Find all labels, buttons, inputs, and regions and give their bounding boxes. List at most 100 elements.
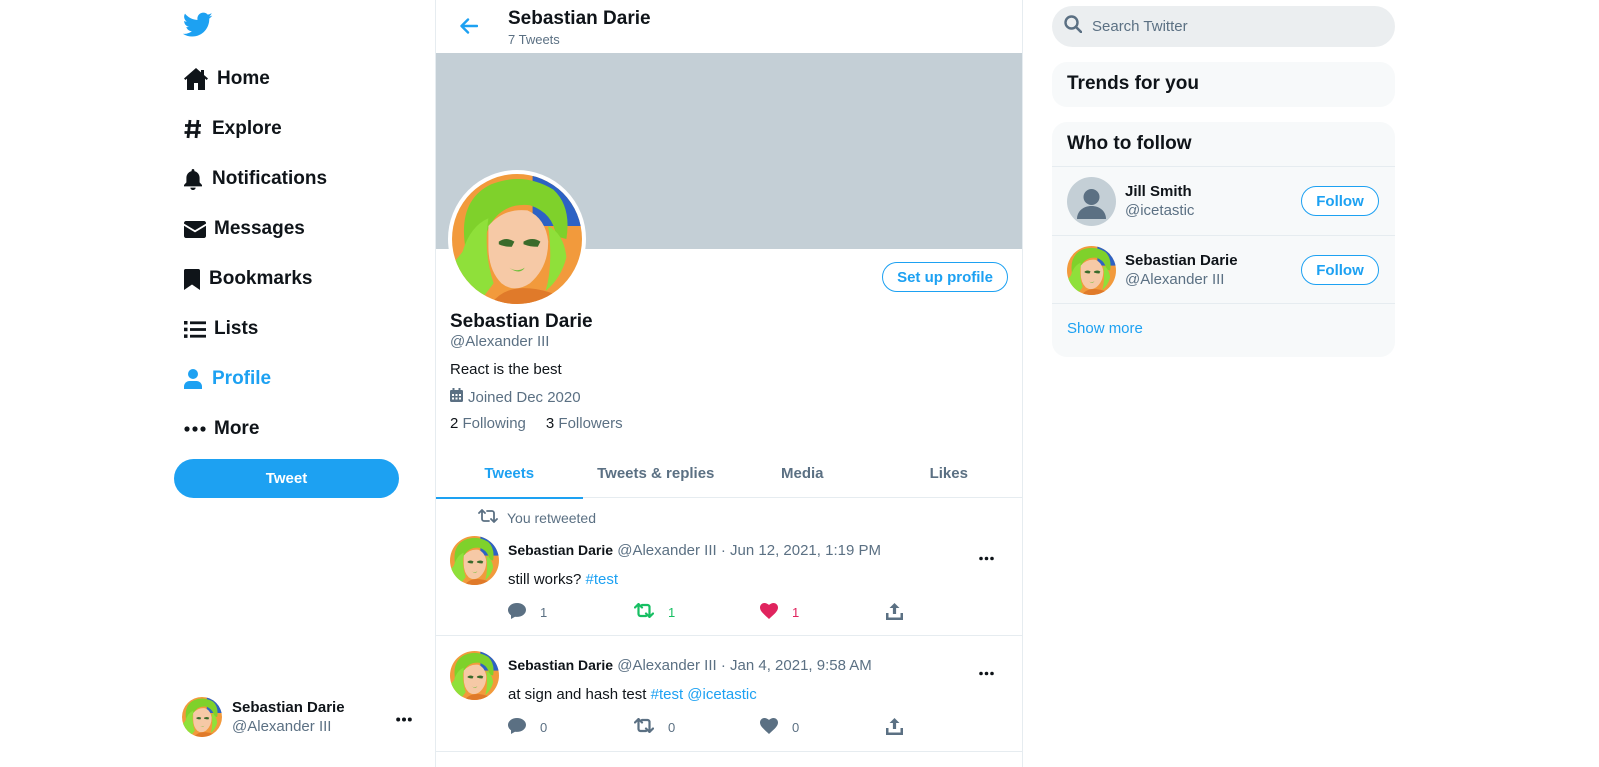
bookmark-icon xyxy=(174,268,214,290)
follow-button[interactable]: Follow xyxy=(1301,186,1379,216)
tweet-more-icon[interactable] xyxy=(979,548,994,566)
like-action[interactable]: 0 xyxy=(760,718,799,737)
show-more-link[interactable]: Show more xyxy=(1067,320,1143,337)
tweet-item[interactable]: Sebastian Darie @Alexander III · Jan 4, … xyxy=(436,636,1022,752)
search-box[interactable] xyxy=(1052,6,1395,47)
following-label: Following xyxy=(462,415,526,432)
nav-label-profile: Profile xyxy=(212,368,272,389)
retweet-small-icon xyxy=(478,509,498,526)
tweet-actions: 0 0 0 xyxy=(508,717,908,738)
account-more-icon[interactable] xyxy=(396,709,412,727)
suggestion-handle: @icetastic xyxy=(1125,202,1195,219)
tweet-actions: 1 1 1 xyxy=(508,602,908,623)
tweet-header: Sebastian Darie @Alexander III · Jan 4, … xyxy=(508,657,872,674)
twitter-bird-icon[interactable] xyxy=(182,12,213,38)
account-switcher[interactable]: Sebastian Darie @Alexander III xyxy=(182,697,422,737)
reply-action[interactable]: 1 xyxy=(508,603,547,622)
tweet-more-icon[interactable] xyxy=(979,663,994,681)
retweet-action[interactable]: 0 xyxy=(633,717,676,736)
retweet-count: 1 xyxy=(668,604,676,620)
like-action[interactable]: 1 xyxy=(760,603,799,622)
retweet-indicator: You retweeted xyxy=(478,509,596,526)
suggestion-name: Jill Smith xyxy=(1125,183,1192,200)
tab-media[interactable]: Media xyxy=(729,449,876,498)
followers-label: Followers xyxy=(558,415,623,432)
follow-suggestion[interactable]: Jill Smith @icetastic Follow xyxy=(1052,166,1395,235)
nav-label-home: Home xyxy=(217,68,270,89)
tweet-date[interactable]: Jun 12, 2021, 1:19 PM xyxy=(730,542,881,559)
left-sidebar: Home Explore Notifications Messages Book… xyxy=(174,0,412,767)
followers-count: 3 xyxy=(545,415,555,432)
nav-item-lists[interactable]: Lists xyxy=(174,309,258,349)
heart-filled-icon xyxy=(760,603,778,622)
hashtag-icon xyxy=(174,119,214,139)
nav-label-lists: Lists xyxy=(214,318,259,339)
reply-icon xyxy=(508,718,526,737)
back-arrow-icon[interactable] xyxy=(460,18,479,39)
envelope-icon xyxy=(174,220,214,238)
profile-bio: React is the best xyxy=(450,361,562,378)
share-icon xyxy=(886,603,903,623)
following-link[interactable]: 2 Following xyxy=(450,415,526,432)
user-icon xyxy=(174,369,214,389)
profile-joined: Joined Dec 2020 xyxy=(450,388,581,406)
nav-item-messages[interactable]: Messages xyxy=(174,209,305,249)
profile-avatar[interactable] xyxy=(448,170,586,308)
tweet-text: still works? #test xyxy=(508,571,618,588)
tweet-links[interactable]: #test @icetastic xyxy=(651,686,757,703)
suggestion-name: Sebastian Darie xyxy=(1125,252,1238,269)
search-input[interactable] xyxy=(1092,18,1372,35)
account-handle: @Alexander III xyxy=(232,718,332,735)
profile-header-bar: Sebastian Darie 7 Tweets xyxy=(436,0,1022,53)
tweet-separator: · xyxy=(720,657,726,674)
tweet-date[interactable]: Jan 4, 2021, 9:58 AM xyxy=(730,657,872,674)
share-action[interactable] xyxy=(886,718,903,738)
tweet-author-name[interactable]: Sebastian Darie xyxy=(508,542,613,558)
retweet-icon xyxy=(633,602,655,621)
nav-item-notifications[interactable]: Notifications xyxy=(174,159,327,199)
tab-tweets[interactable]: Tweets xyxy=(436,449,583,499)
follow-suggestion[interactable]: Sebastian Darie @Alexander III Follow xyxy=(1052,235,1395,304)
follow-button[interactable]: Follow xyxy=(1301,255,1379,285)
tab-tweets-replies[interactable]: Tweets & replies xyxy=(583,449,730,498)
retweet-action[interactable]: 1 xyxy=(633,602,676,621)
who-to-follow-title: Who to follow xyxy=(1067,133,1192,154)
nav-item-profile[interactable]: Profile xyxy=(174,359,271,399)
header-tweet-count: 7 Tweets xyxy=(508,32,560,47)
profile-column: Sebastian Darie 7 Tweets Set up profile … xyxy=(435,0,1023,767)
tweet-author-name[interactable]: Sebastian Darie xyxy=(508,657,613,673)
profile-handle: @Alexander III xyxy=(450,333,550,350)
suggestion-handle: @Alexander III xyxy=(1125,271,1225,288)
tweet-author-handle: @Alexander III xyxy=(617,542,717,559)
reply-count: 0 xyxy=(540,720,548,735)
nav-item-bookmarks[interactable]: Bookmarks xyxy=(174,259,313,299)
profile-tabs: Tweets Tweets & replies Media Likes xyxy=(436,449,1023,499)
follow-stats: 2 Following 3 Followers xyxy=(450,415,623,432)
followers-link[interactable]: 3 Followers xyxy=(546,415,623,432)
tweet-hashtag-link[interactable]: #test xyxy=(586,571,619,588)
set-up-profile-button[interactable]: Set up profile xyxy=(882,262,1008,292)
tweet-text: at sign and hash test #test @icetastic xyxy=(508,686,757,703)
retweet-count: 0 xyxy=(668,719,676,735)
tweet-avatar[interactable] xyxy=(450,536,499,585)
tweet-avatar[interactable] xyxy=(450,651,499,700)
reply-action[interactable]: 0 xyxy=(508,718,547,737)
tab-likes[interactable]: Likes xyxy=(876,449,1023,498)
bell-icon xyxy=(174,168,214,190)
nav-item-explore[interactable]: Explore xyxy=(174,109,282,149)
tweet-button[interactable]: Tweet xyxy=(174,459,399,498)
share-action[interactable] xyxy=(886,603,903,623)
account-avatar xyxy=(182,697,222,737)
nav-label-messages: Messages xyxy=(214,218,305,239)
nav-item-more[interactable]: More xyxy=(174,409,259,449)
share-icon xyxy=(886,718,903,738)
retweet-label: You retweeted xyxy=(507,509,596,526)
header-title: Sebastian Darie xyxy=(508,8,651,29)
more-dots-icon xyxy=(174,426,214,432)
nav-item-home[interactable]: Home xyxy=(174,59,270,99)
nav-label-bookmarks: Bookmarks xyxy=(209,268,313,289)
tweet-body: still works? xyxy=(508,571,586,588)
tweet-item[interactable]: You retweeted Sebastian Darie @Alexander… xyxy=(436,499,1022,636)
nav-label-explore: Explore xyxy=(212,118,282,139)
joined-date: Joined Dec 2020 xyxy=(468,388,581,406)
